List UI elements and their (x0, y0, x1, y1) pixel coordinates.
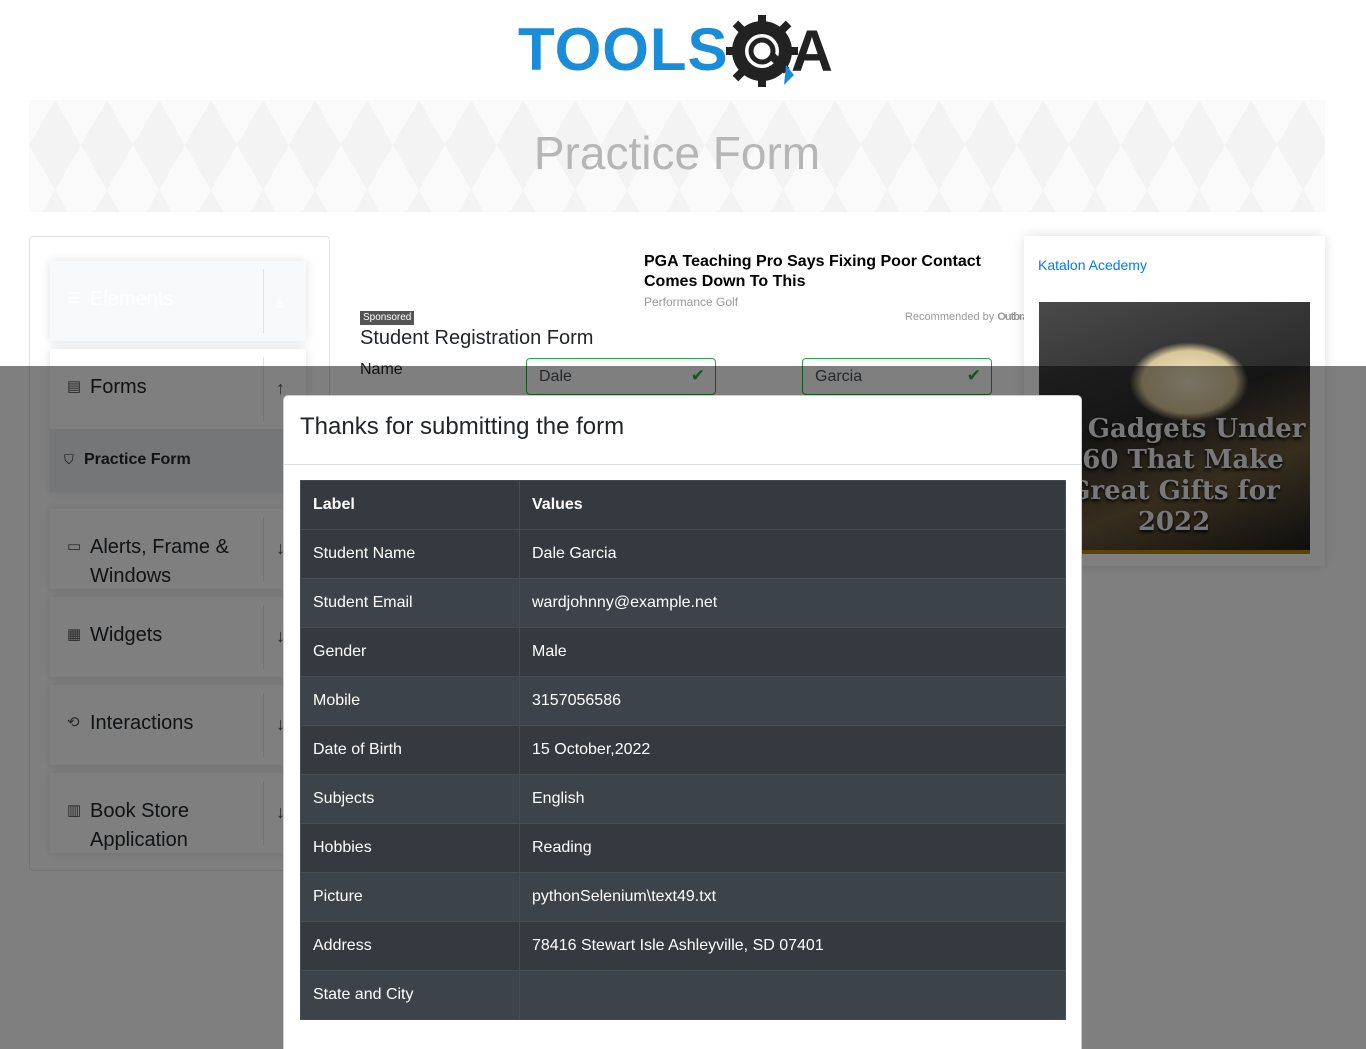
row-value: English (519, 774, 1066, 824)
recommended-label: Recommended by (905, 311, 995, 323)
table-row: Subjects English (300, 774, 1066, 824)
table-row: Date of Birth 15 October,2022 (300, 725, 1066, 775)
table-row: State and City (300, 970, 1066, 1020)
toolsqa-logo[interactable]: TOOLS A (518, 15, 840, 91)
logo-text: TOOLS (518, 16, 729, 83)
row-label: Student Email (300, 578, 520, 628)
row-value: Reading (519, 823, 1066, 873)
column-header-values: Values (519, 480, 1066, 530)
submission-table: Label Values Student Name Dale Garcia St… (300, 480, 1066, 1020)
group-label: Elements (90, 288, 174, 310)
recommended-by[interactable]: Recommended by Outbrain (905, 311, 1036, 323)
row-label: Date of Birth (300, 725, 520, 775)
row-label: Student Name (300, 529, 520, 579)
modal-header: Thanks for submitting the form (284, 396, 1081, 465)
row-value: Male (519, 627, 1066, 677)
right-ad-title[interactable]: Katalon Acedemy (1038, 257, 1147, 273)
table-row: Gender Male (300, 627, 1066, 677)
row-value: pythonSelenium\text49.txt (519, 872, 1066, 922)
table-row: Student Name Dale Garcia (300, 529, 1066, 579)
submission-modal: Thanks for submitting the form Label Val… (283, 395, 1082, 1049)
table-row: Mobile 3157056586 (300, 676, 1066, 726)
table-row: Student Email wardjohnny@example.net (300, 578, 1066, 628)
sponsored-badge: Sponsored (360, 311, 415, 325)
page-banner: Practice Form (29, 100, 1325, 212)
sidebar-group-elements[interactable]: ☰ Elements ⤓ (50, 261, 306, 341)
row-label: Mobile (300, 676, 520, 726)
page-title: Practice Form (533, 127, 821, 179)
form-title: Student Registration Form (360, 327, 594, 349)
row-value: Dale Garcia (519, 529, 1066, 579)
column-header-label: Label (300, 480, 520, 530)
row-label: Subjects (300, 774, 520, 824)
table-row: Address 78416 Stewart Isle Ashleyville, … (300, 921, 1066, 971)
logo-text-a: A (791, 19, 833, 84)
menu-icon: ☰ (67, 290, 81, 307)
row-label: Address (300, 921, 520, 971)
row-value: wardjohnny@example.net (519, 578, 1066, 628)
row-label: Picture (300, 872, 520, 922)
modal-title: Thanks for submitting the form (300, 413, 625, 440)
row-value: 3157056586 (519, 676, 1066, 726)
row-value: 78416 Stewart Isle Ashleyville, SD 07401 (519, 921, 1066, 971)
ad-source[interactable]: Performance Golf (644, 295, 738, 309)
row-value: 15 October,2022 (519, 725, 1066, 775)
divider (263, 269, 264, 333)
row-label: Hobbies (300, 823, 520, 873)
download-arrow-icon[interactable]: ⤓ (276, 289, 284, 311)
row-label: State and City (300, 970, 520, 1020)
table-row: Picture pythonSelenium\text49.txt (300, 872, 1066, 922)
row-label: Gender (300, 627, 520, 677)
ad-headline[interactable]: PGA Teaching Pro Says Fixing Poor Contac… (644, 252, 1034, 292)
table-header-row: Label Values (300, 480, 1066, 530)
table-row: Hobbies Reading (300, 823, 1066, 873)
row-value (519, 970, 1066, 1020)
group-header[interactable]: ☰ Elements ⤓ (50, 261, 306, 341)
